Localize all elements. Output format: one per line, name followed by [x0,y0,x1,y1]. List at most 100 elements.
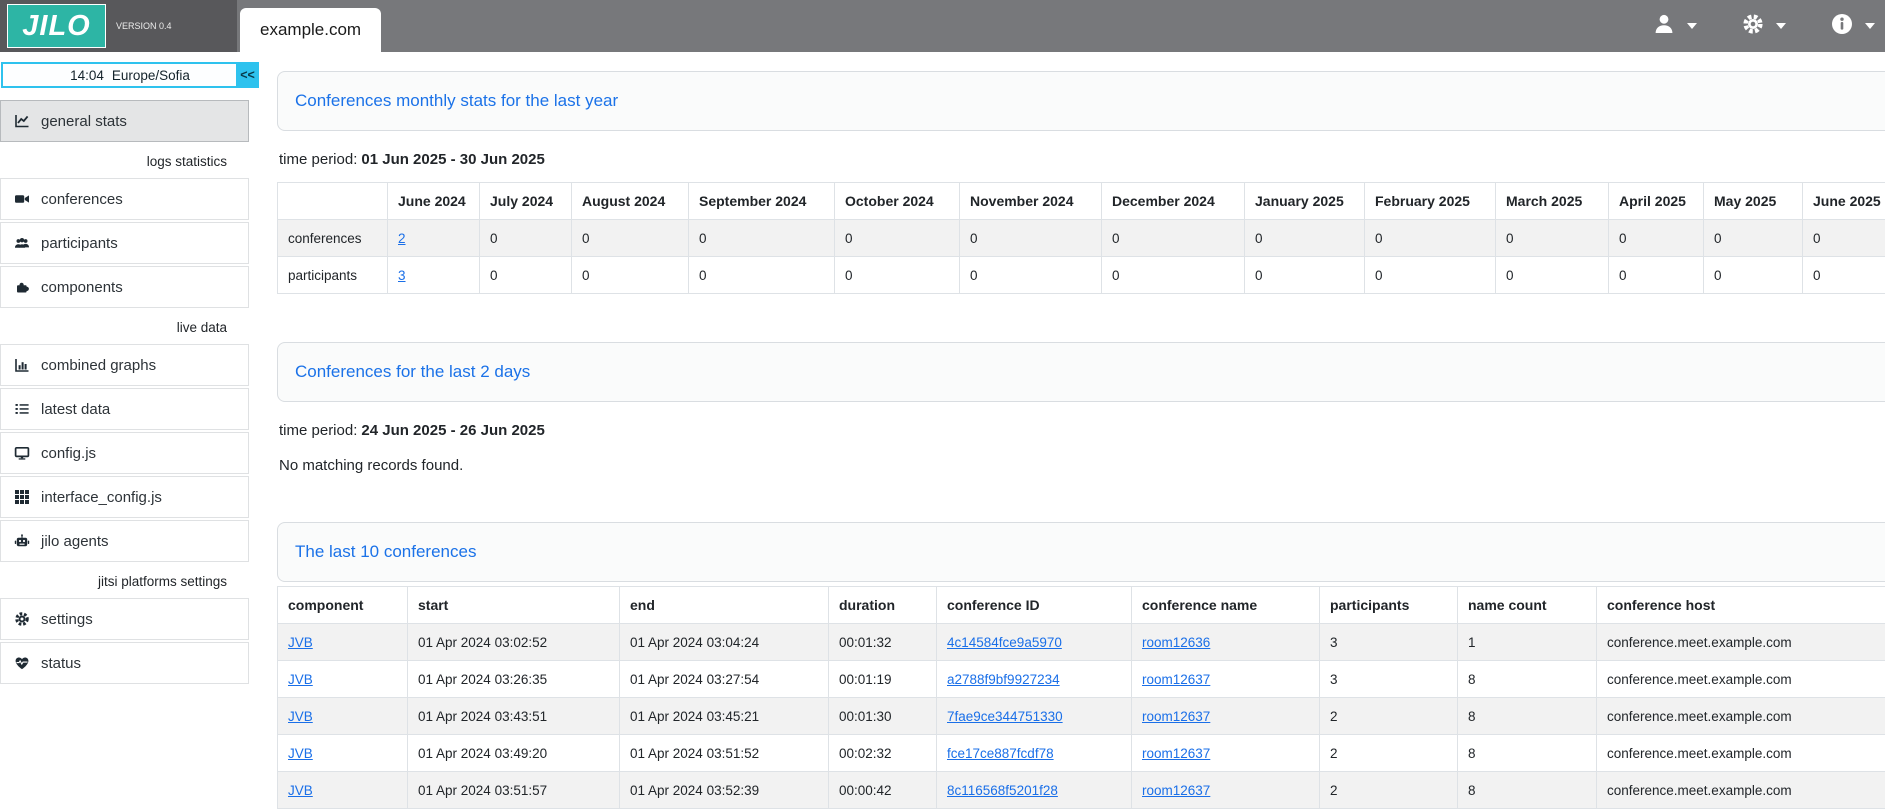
table-link[interactable]: room12637 [1142,746,1210,761]
table-cell: conference.meet.example.com [1597,735,1885,772]
table-cell: 8 [1458,772,1597,809]
column-header: June 2024 [388,183,480,220]
monitor-icon [13,445,30,462]
sidebar-item-components[interactable]: components [0,266,249,308]
table-cell: 1 [1458,624,1597,661]
table-cell: 2 [1320,698,1458,735]
top-bar-brand-area: JILO VERSION 0.4 [0,0,237,52]
sidebar-item-label: combined graphs [41,357,156,374]
column-header: September 2024 [689,183,835,220]
sidebar: 14:04 Europe/Sofia << general stats logs… [0,52,262,809]
table-cell: 01 Apr 2024 03:51:57 [408,772,620,809]
table-cell: 2 [388,220,480,257]
table-link[interactable]: JVB [288,746,313,761]
sidebar-item-label: general stats [41,113,127,130]
sidebar-item-conferences[interactable]: conferences [0,178,249,220]
top-bar: JILO VERSION 0.4 example.com [0,0,1885,52]
sidebar-item-latest-data[interactable]: latest data [0,388,249,430]
table-row: JVB01 Apr 2024 03:26:3501 Apr 2024 03:27… [278,661,1885,698]
card-last-10-conferences-header: The last 10 conferences [277,522,1885,582]
sidebar-item-participants[interactable]: participants [0,222,249,264]
table-link[interactable]: room12637 [1142,672,1210,687]
table-link[interactable]: 2 [398,231,406,246]
column-header: May 2025 [1704,183,1803,220]
table-link[interactable]: 8c116568f5201f28 [947,783,1058,798]
time-period-value: 01 Jun 2025 - 30 Jun 2025 [361,151,544,168]
table-link[interactable]: 3 [398,268,406,283]
sidebar-section-label: live data [0,310,249,344]
time-period-label: time period: [279,151,357,168]
table-link[interactable]: JVB [288,709,313,724]
sidebar-item-status[interactable]: status [0,642,249,684]
table-link[interactable]: JVB [288,783,313,798]
table-cell: 0 [1609,257,1704,294]
chevron-down-icon [1865,23,1875,29]
table-cell: 0 [1365,257,1496,294]
gear-icon [13,611,30,628]
sidebar-item-config-js[interactable]: config.js [0,432,249,474]
sidebar-item-settings[interactable]: settings [0,598,249,640]
time-period-label: time period: [279,422,357,439]
table-row: JVB01 Apr 2024 03:02:5201 Apr 2024 03:04… [278,624,1885,661]
table-header-row: component start end duration conference … [278,587,1885,624]
table-cell: 0 [1245,220,1365,257]
table-link[interactable]: room12637 [1142,783,1210,798]
table-cell: 01 Apr 2024 03:51:52 [620,735,829,772]
table-cell: JVB [278,772,408,809]
platform-tab-example-com[interactable]: example.com [240,8,381,52]
table-cell: JVB [278,624,408,661]
table-cell: 01 Apr 2024 03:04:24 [620,624,829,661]
jilo-logo[interactable]: JILO [7,4,106,48]
table-link[interactable]: JVB [288,635,313,650]
table-link[interactable]: 7fae9ce344751330 [947,709,1063,724]
column-header: component [278,587,408,624]
table-link[interactable]: fce17ce887fcdf78 [947,746,1054,761]
table-row: JVB01 Apr 2024 03:51:5701 Apr 2024 03:52… [278,772,1885,809]
sidebar-item-general-stats[interactable]: general stats [0,100,249,142]
table-cell: 4c14584fce9a5970 [937,624,1132,661]
list-icon [13,401,30,418]
clock-time: 14:04 [70,68,104,83]
table-row: JVB 01 Apr 2024 03:49:2001 Apr 2024 03:51… [278,735,1885,772]
table-link[interactable]: JVB [288,672,313,687]
table-cell: 0 [689,257,835,294]
info-menu-toggle[interactable] [1830,12,1875,41]
sidebar-item-label: participants [41,235,118,252]
column-header [278,183,388,220]
users-icon [13,235,30,252]
table-cell: 0 [1803,220,1885,257]
sidebar-item-jilo-agents[interactable]: jilo agents [0,520,249,562]
sidebar-collapse-button[interactable]: << [236,62,259,88]
table-cell: 8 [1458,661,1597,698]
settings-menu-toggle[interactable] [1741,12,1786,41]
table-cell: JVB [278,698,408,735]
heart-pulse-icon [13,655,30,672]
table-cell: 7fae9ce344751330 [937,698,1132,735]
column-header: June 2025 [1803,183,1885,220]
sidebar-item-label: jilo agents [41,533,109,550]
table-cell: 01 Apr 2024 03:26:35 [408,661,620,698]
table-cell: 2 [1320,772,1458,809]
table-cell: conference.meet.example.com [1597,661,1885,698]
table-cell: room12637 [1132,735,1320,772]
time-period: time period:01 Jun 2025 - 30 Jun 2025 [279,151,1885,168]
user-menu-toggle[interactable] [1652,12,1697,41]
table-row: JVB01 Apr 2024 03:43:5101 Apr 2024 03:45… [278,698,1885,735]
table-link[interactable]: room12637 [1142,709,1210,724]
sidebar-item-label: status [41,655,81,672]
main-content: Conferences monthly stats for the last y… [262,52,1885,809]
table-cell: 8 [1458,735,1597,772]
sidebar-item-combined-graphs[interactable]: combined graphs [0,344,249,386]
top-bar-actions [1652,0,1875,52]
table-cell: 2 [1320,735,1458,772]
table-cell: 0 [689,220,835,257]
info-icon [1830,12,1854,41]
column-header: March 2025 [1496,183,1609,220]
column-header: October 2024 [835,183,960,220]
sidebar-item-interface-config-js[interactable]: interface_config.js [0,476,249,518]
card-monthly-stats-header: Conferences monthly stats for the last y… [277,71,1885,131]
table-link[interactable]: room12636 [1142,635,1210,650]
table-link[interactable]: a2788f9bf9927234 [947,672,1060,687]
table-link[interactable]: 4c14584fce9a5970 [947,635,1062,650]
table-cell: 01 Apr 2024 03:49:20 [408,735,620,772]
